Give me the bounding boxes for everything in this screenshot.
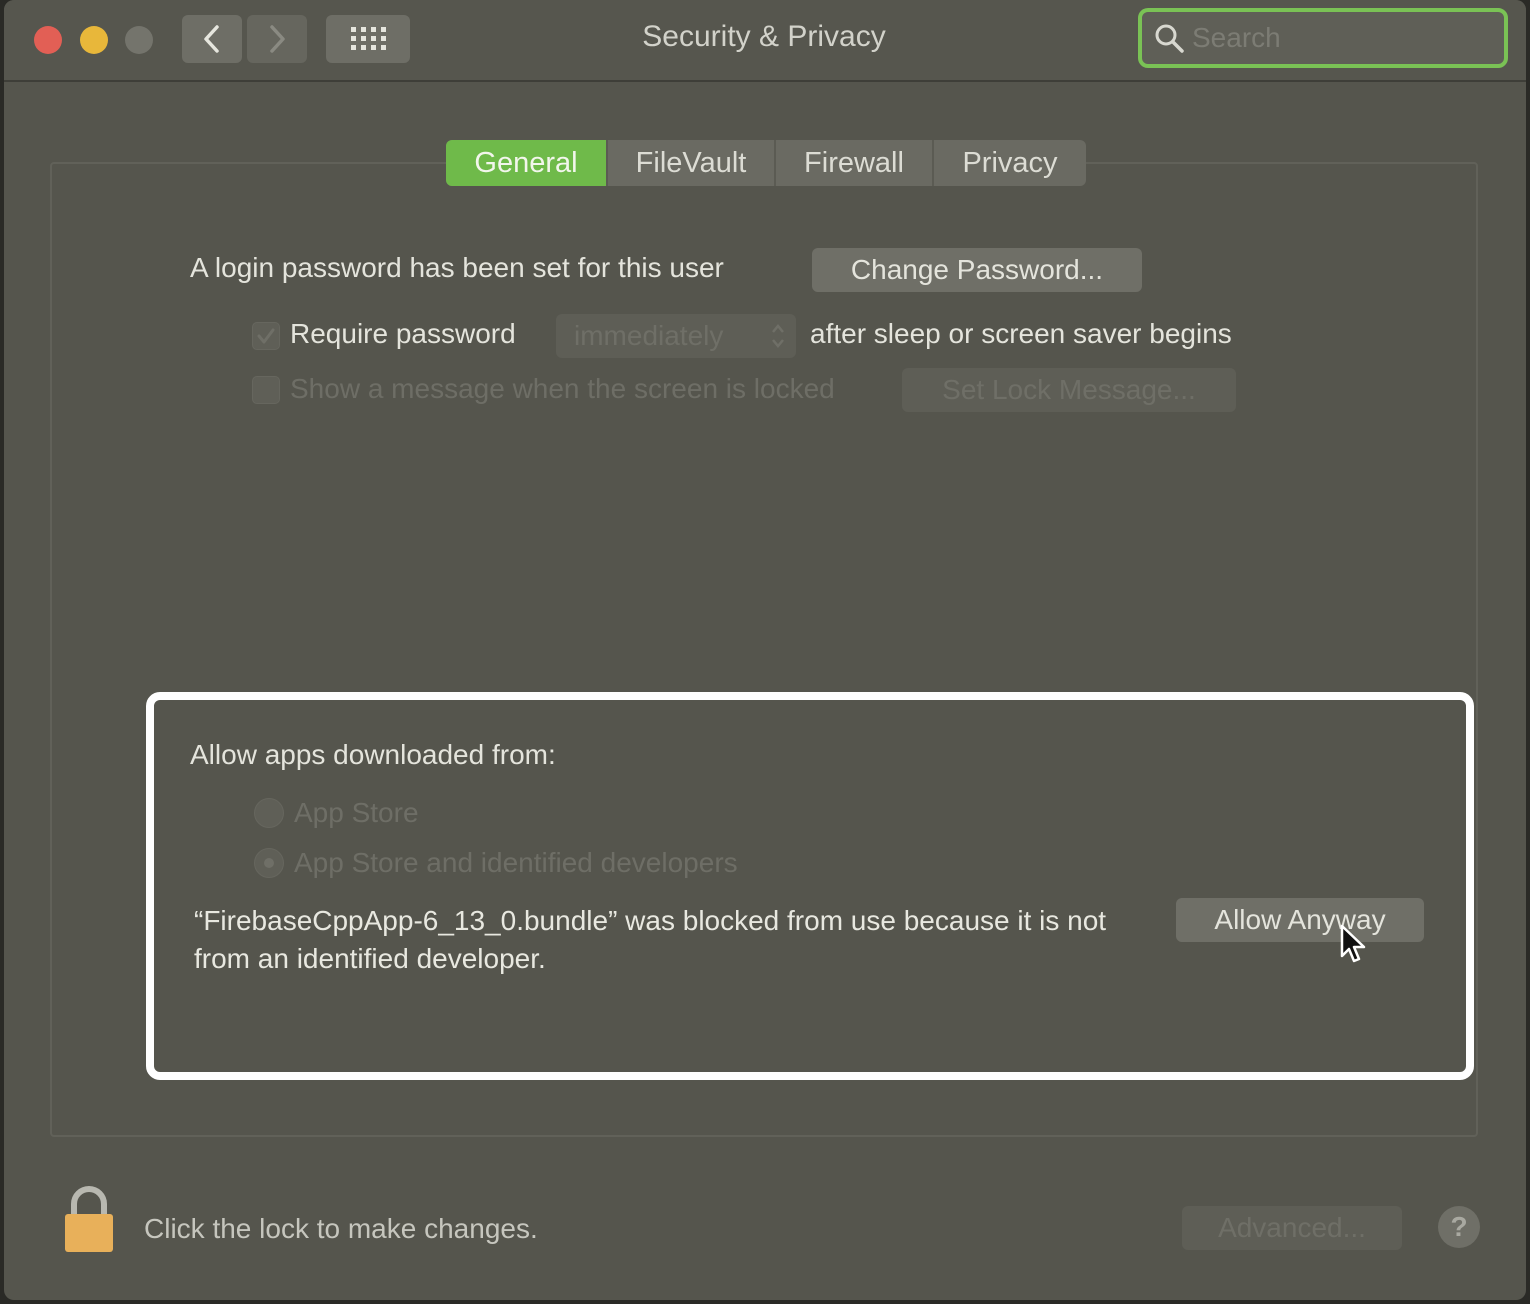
chevron-right-icon (270, 25, 285, 53)
allow-apps-heading: Allow apps downloaded from: (190, 739, 556, 770)
search-icon (1155, 24, 1184, 53)
set-lock-message-button[interactable]: Set Lock Message... (902, 368, 1236, 412)
chevron-left-icon (204, 25, 219, 53)
require-password-label: Require password (290, 318, 516, 349)
show-message-label: Show a message when the screen is locked (290, 373, 835, 404)
radio-app-store-label: App Store (294, 797, 419, 828)
zoom-window-button[interactable] (125, 26, 153, 54)
lock-status-text: Click the lock to make changes. (144, 1213, 538, 1244)
after-sleep-text: after sleep or screen saver begins (810, 318, 1232, 349)
minimize-window-button[interactable] (80, 26, 108, 54)
login-password-text: A login password has been set for this u… (190, 252, 724, 283)
radio-app-store[interactable] (254, 798, 284, 828)
preferences-window: Security & Privacy General FileVault Fir… (4, 0, 1526, 1300)
show-message-checkbox[interactable] (252, 376, 280, 404)
updown-arrows-icon (772, 324, 784, 348)
search-field[interactable] (1138, 8, 1508, 68)
allow-anyway-button[interactable]: Allow Anyway (1176, 898, 1424, 942)
radio-identified-developers-label: App Store and identified developers (294, 847, 738, 878)
grid-icon (351, 27, 386, 50)
radio-selected-dot (264, 858, 274, 868)
delay-value: immediately (574, 320, 724, 351)
back-button[interactable] (182, 15, 242, 63)
window-title: Security & Privacy (642, 20, 886, 53)
tab-privacy[interactable]: Privacy (934, 140, 1086, 186)
tab-bar: General FileVault Firewall Privacy (446, 140, 1086, 186)
tab-general[interactable]: General (446, 140, 608, 186)
require-password-delay-select[interactable]: immediately (556, 314, 796, 358)
search-input[interactable] (1190, 21, 1494, 55)
tab-firewall[interactable]: Firewall (776, 140, 934, 186)
require-password-checkbox[interactable] (252, 322, 280, 350)
radio-identified-developers[interactable] (254, 848, 284, 878)
advanced-button[interactable]: Advanced... (1182, 1206, 1402, 1250)
forward-button[interactable] (247, 15, 307, 63)
checkmark-icon (257, 328, 275, 344)
mouse-cursor-icon (1340, 924, 1366, 963)
tab-filevault[interactable]: FileVault (608, 140, 776, 186)
blocked-app-message: “FirebaseCppApp-6_13_0.bundle” was block… (194, 905, 1107, 974)
lock-icon[interactable] (62, 1186, 116, 1254)
help-button[interactable]: ? (1438, 1206, 1480, 1248)
close-window-button[interactable] (34, 26, 62, 54)
title-bar: Security & Privacy (4, 0, 1526, 82)
show-all-button[interactable] (326, 15, 410, 63)
change-password-button[interactable]: Change Password... (812, 248, 1142, 292)
